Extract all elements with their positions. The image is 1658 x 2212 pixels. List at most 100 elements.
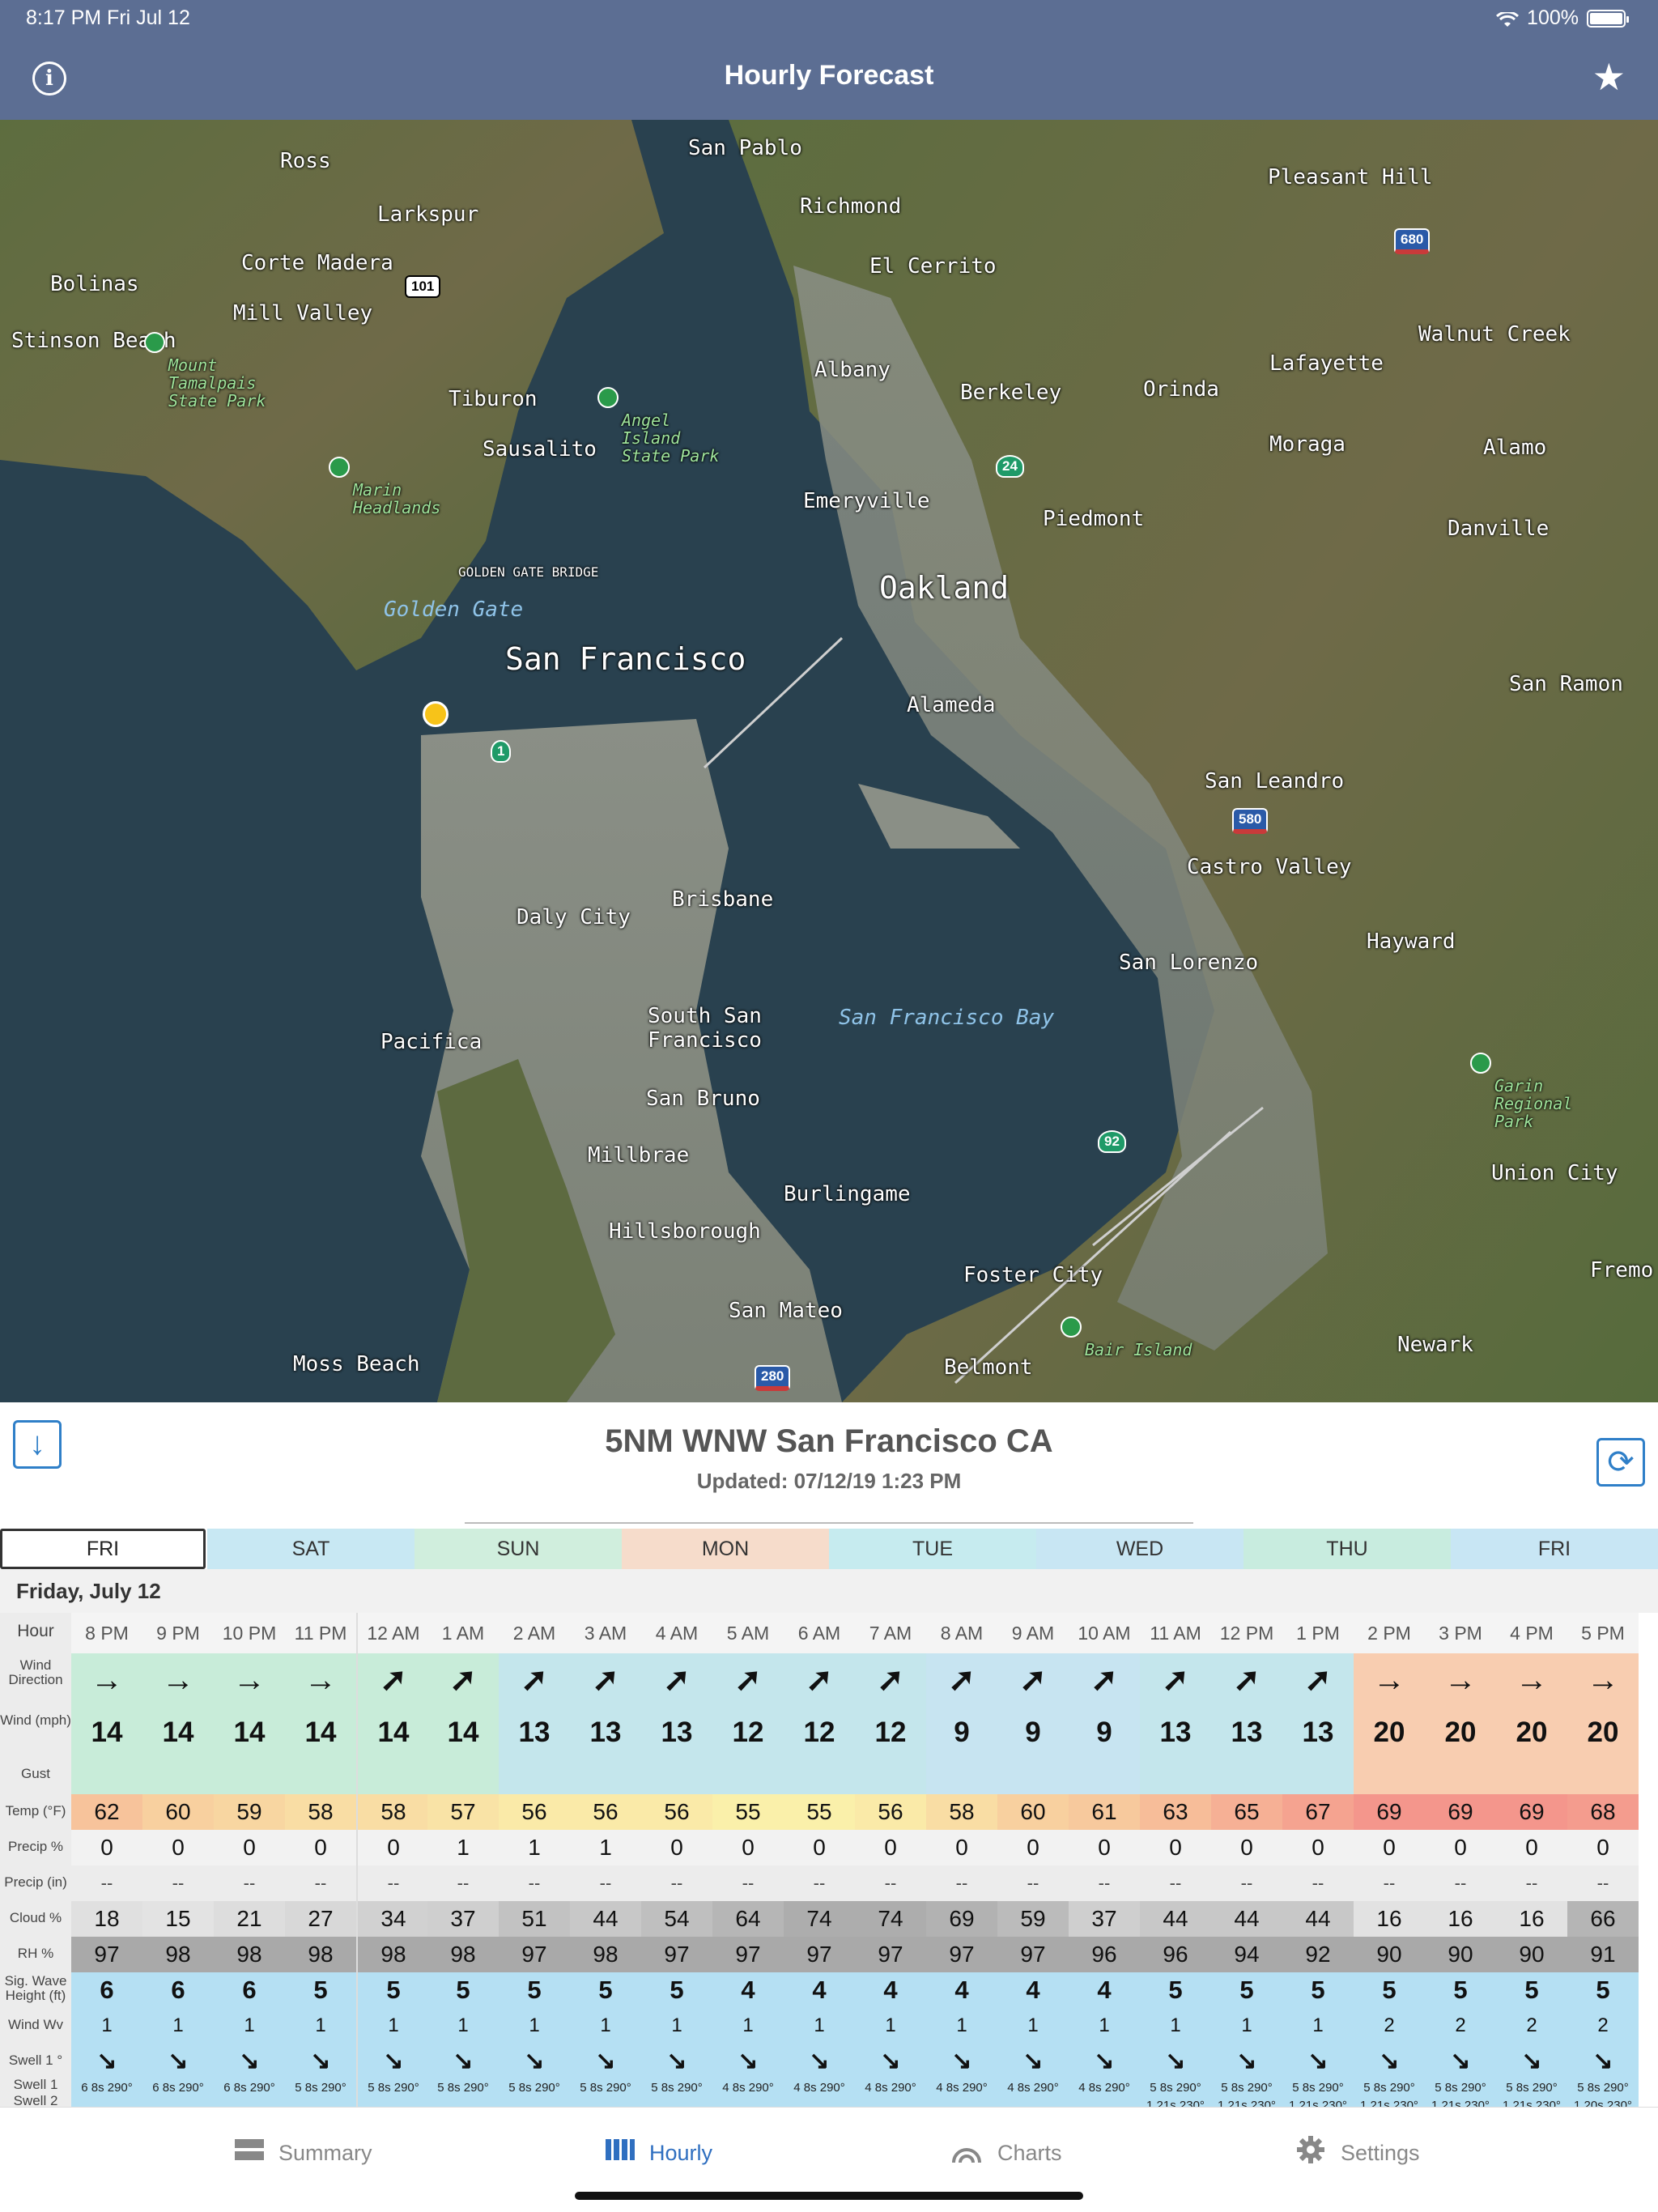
swell-direction-arrow-icon: ↘ <box>641 2044 712 2079</box>
tab-hourly[interactable]: Hourly <box>606 2137 712 2169</box>
cloud-cover: 64 <box>712 1901 784 1937</box>
hour-column[interactable]: 9 AM ➚ 9 60 0 -- 59 97 4 1 ↘ 4 8s 290° <box>997 1613 1069 2107</box>
highway-shield: 580 <box>1232 808 1269 834</box>
precip-inches: -- <box>784 1865 855 1901</box>
hour-column[interactable]: 3 PM → 20 69 0 -- 16 90 5 2 ↘ 5 8s 290° 1 21s 230° <box>1425 1613 1496 2107</box>
relative-humidity: 98 <box>358 1937 429 1972</box>
hour-column[interactable]: 11 AM ➚ 13 63 0 -- 44 96 5 1 ↘ 5 8s 290° 1 21s 230° <box>1140 1613 1211 2107</box>
swell2-value: 1 21s 230° <box>1425 2097 1496 2107</box>
hour-column[interactable]: 4 AM ➚ 13 56 0 -- 54 97 5 1 ↘ 5 8s 290° <box>641 1613 712 2107</box>
wind-direction-arrow-icon: → <box>1425 1653 1496 1707</box>
day-tab-thu[interactable]: THU <box>1244 1529 1451 1569</box>
swell1-value: 5 8s 290° <box>570 2079 641 2097</box>
precip-inches: -- <box>1496 1865 1567 1901</box>
hour-column[interactable]: 1 AM ➚ 14 57 1 -- 37 98 5 1 ↘ 5 8s 290° <box>427 1613 499 2107</box>
hour-column[interactable]: 2 PM → 20 69 0 -- 16 90 5 2 ↘ 5 8s 290° 1 21s 230° <box>1354 1613 1425 2107</box>
row-labels: Hour Wind Direction Wind (mph) Gust Temp (°F… <box>0 1613 71 2107</box>
day-tab-tue[interactable]: TUE <box>829 1529 1036 1569</box>
summary-icon <box>235 2138 264 2169</box>
location-pin[interactable] <box>423 701 449 727</box>
wind-wave: 1 <box>570 2008 641 2044</box>
satellite-map[interactable]: San Pablo Ross Pleasant Hill Larkspur Richmo… <box>0 120 1658 1402</box>
swell1-value: 5 8s 290° <box>1425 2079 1496 2097</box>
precip-inches: -- <box>1282 1865 1354 1901</box>
hour-column[interactable]: 2 AM ➚ 13 56 1 -- 51 97 5 1 ↘ 5 8s 290° <box>499 1613 570 2107</box>
relative-humidity: 98 <box>427 1937 499 1972</box>
charts-icon <box>950 2135 983 2172</box>
hour-column[interactable]: 12 PM ➚ 13 65 0 -- 44 94 5 1 ↘ 5 8s 290° 1 21s 230° <box>1211 1613 1282 2107</box>
swell1-value: 4 8s 290° <box>1069 2079 1140 2097</box>
swell2-value <box>570 2097 641 2107</box>
day-tab-wed[interactable]: WED <box>1036 1529 1244 1569</box>
hour-column[interactable]: 4 PM → 20 69 0 -- 16 90 5 2 ↘ 5 8s 290° 1 21s 230° <box>1496 1613 1567 2107</box>
wind-wave: 2 <box>1567 2008 1639 2044</box>
hour-column[interactable]: 9 PM → 14 60 0 -- 15 98 6 1 ↘ 6 8s 290° <box>142 1613 214 2107</box>
wind-gust <box>712 1759 784 1794</box>
park-label: Garin Regional Park <box>1494 1076 1573 1131</box>
relative-humidity: 98 <box>214 1937 285 1972</box>
day-tab-mon[interactable]: MON <box>622 1529 829 1569</box>
hourly-grid[interactable]: Hour Wind Direction Wind (mph) Gust Temp (°F… <box>0 1613 1658 2107</box>
swell1-value: 4 8s 290° <box>712 2079 784 2097</box>
location-title: 5NM WNW San Francisco CA <box>605 1423 1053 1459</box>
swell-direction-arrow-icon: ↘ <box>1496 2044 1567 2079</box>
day-tab-fri[interactable]: FRI <box>0 1529 206 1569</box>
hour-column[interactable]: 10 PM → 14 59 0 -- 21 98 6 1 ↘ 6 8s 290° <box>214 1613 285 2107</box>
favorite-star-icon[interactable]: ★ <box>1592 57 1626 97</box>
swell1-value: 5 8s 290° <box>1140 2079 1211 2097</box>
relative-humidity: 97 <box>641 1937 712 1972</box>
refresh-button[interactable]: ⟳ <box>1596 1438 1645 1487</box>
swell-direction-arrow-icon: ↘ <box>427 2044 499 2079</box>
precip-inches: -- <box>427 1865 499 1901</box>
swell2-value <box>71 2097 142 2107</box>
map-label: Moraga <box>1269 432 1346 457</box>
map-label: South San <box>648 1004 762 1028</box>
hour-column[interactable]: 5 PM → 20 68 0 -- 66 91 5 2 ↘ 5 8s 290° 1 20s 230° <box>1567 1613 1639 2107</box>
precip-percent: 0 <box>784 1830 855 1865</box>
cloud-cover: 44 <box>1140 1901 1211 1937</box>
hour-column[interactable]: 11 PM → 14 58 0 -- 27 98 5 1 ↘ 5 8s 290° <box>285 1613 356 2107</box>
cloud-cover: 34 <box>358 1901 429 1937</box>
precip-inches: -- <box>214 1865 285 1901</box>
swell1-value: 6 8s 290° <box>214 2079 285 2097</box>
tab-summary[interactable]: Summary <box>235 2137 372 2169</box>
swell1-value: 5 8s 290° <box>358 2079 429 2097</box>
hour-column[interactable]: 10 AM ➚ 9 61 0 -- 37 96 4 1 ↘ 4 8s 290° <box>1069 1613 1140 2107</box>
tab-hourly-label: Hourly <box>649 2140 713 2165</box>
temperature: 63 <box>1140 1794 1211 1830</box>
wind-speed: 13 <box>1282 1707 1354 1759</box>
hour-column[interactable]: 12 AM ➚ 14 58 0 -- 34 98 5 1 ↘ 5 8s 290° <box>356 1613 429 2107</box>
wind-gust <box>71 1759 142 1794</box>
tab-charts[interactable]: Charts <box>950 2137 1062 2169</box>
wind-direction-arrow-icon: ➚ <box>358 1653 429 1707</box>
wind-direction-arrow-icon: → <box>214 1653 285 1707</box>
day-tab-sat[interactable]: SAT <box>207 1529 414 1569</box>
hour-column[interactable]: 6 AM ➚ 12 55 0 -- 74 97 4 1 ↘ 4 8s 290° <box>784 1613 855 2107</box>
wave-height: 5 <box>499 1972 570 2008</box>
tab-settings[interactable]: Settings <box>1295 2135 1420 2169</box>
day-tab-sun[interactable]: SUN <box>414 1529 622 1569</box>
hour-column[interactable]: 7 AM ➚ 12 56 0 -- 74 97 4 1 ↘ 4 8s 290° <box>855 1613 926 2107</box>
wind-gust <box>285 1759 356 1794</box>
day-tab-fri[interactable]: FRI <box>1451 1529 1658 1569</box>
wave-height: 5 <box>1282 1972 1354 2008</box>
swell1-value: 4 8s 290° <box>855 2079 926 2097</box>
wind-speed: 14 <box>285 1707 356 1759</box>
wind-wave: 1 <box>1140 2008 1211 2044</box>
swell-direction-arrow-icon: ↘ <box>71 2044 142 2079</box>
hour-column[interactable]: 8 AM ➚ 9 58 0 -- 69 97 4 1 ↘ 4 8s 290° <box>926 1613 997 2107</box>
hour-column[interactable]: 5 AM ➚ 12 55 0 -- 64 97 4 1 ↘ 4 8s 290° <box>712 1613 784 2107</box>
hour-column[interactable]: 3 AM ➚ 13 56 1 -- 44 98 5 1 ↘ 5 8s 290° <box>570 1613 641 2107</box>
map-label: Union City <box>1491 1161 1618 1185</box>
precip-percent: 0 <box>641 1830 712 1865</box>
wind-speed: 14 <box>142 1707 214 1759</box>
map-label: San Lorenzo <box>1119 951 1259 975</box>
wave-height: 4 <box>926 1972 997 2008</box>
hour-column[interactable]: 8 PM → 14 62 0 -- 18 97 6 1 ↘ 6 8s 290° <box>71 1613 142 2107</box>
wind-direction-arrow-icon: → <box>1354 1653 1425 1707</box>
wind-wave: 1 <box>285 2008 356 2044</box>
hour-column[interactable]: 1 PM ➚ 13 67 0 -- 44 92 5 1 ↘ 5 8s 290° 1 21s 230° <box>1282 1613 1354 2107</box>
wave-height: 5 <box>641 1972 712 2008</box>
wind-direction-arrow-icon: ➚ <box>926 1653 997 1707</box>
highway-shield: 24 <box>996 455 1024 478</box>
